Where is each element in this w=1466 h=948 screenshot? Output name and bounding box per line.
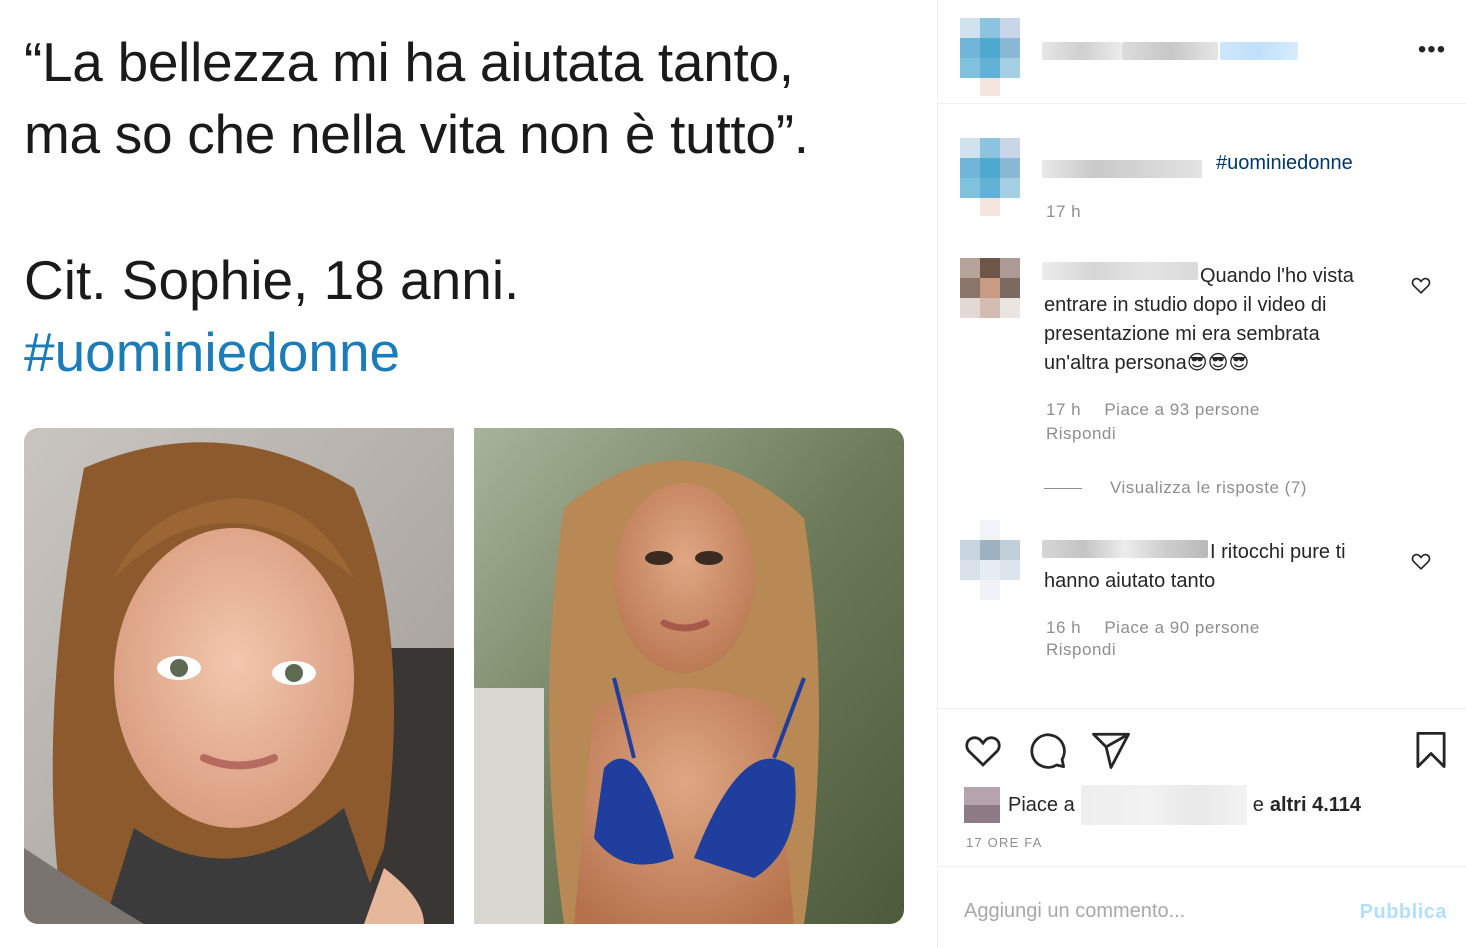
comment-1-text: Quando l'ho vista entrare in studio dopo… xyxy=(1044,265,1354,374)
post-header: ••• xyxy=(938,0,1466,104)
bikini-photo xyxy=(474,428,904,924)
author-name-redacted xyxy=(1122,42,1218,60)
caption-username-redacted[interactable] xyxy=(1042,160,1202,178)
comment-2-timestamp[interactable]: 16 h xyxy=(1046,618,1081,637)
comment-2-meta: 16 h Piace a 90 persone xyxy=(1046,618,1278,638)
bookmark-icon[interactable] xyxy=(1410,729,1452,771)
selfie-photo xyxy=(24,428,454,924)
share-icon[interactable] xyxy=(1090,729,1132,771)
commenter-2-avatar[interactable] xyxy=(960,520,1024,600)
add-comment-bar: Pubblica xyxy=(938,866,1466,948)
commenter-1-avatar[interactable] xyxy=(960,258,1024,322)
post-hashtag: #uominiedonne xyxy=(24,321,401,383)
heart-icon[interactable] xyxy=(962,729,1004,771)
liker-username-redacted[interactable] xyxy=(1080,785,1247,825)
follow-button-redacted[interactable] xyxy=(1220,42,1298,60)
caption-timestamp[interactable]: 17 h xyxy=(1046,202,1081,222)
likes-suffix-pre: e xyxy=(1252,793,1264,816)
post-date[interactable]: 17 ORE FA xyxy=(966,835,1043,850)
comment-icon[interactable] xyxy=(1026,729,1068,771)
comment-input[interactable] xyxy=(964,897,1324,925)
comment-1-timestamp[interactable]: 17 h xyxy=(1046,400,1081,419)
liker-avatar[interactable] xyxy=(964,787,1000,823)
comment-1-like-icon[interactable] xyxy=(1410,274,1432,296)
citation-text: Cit. Sophie, 18 anni. xyxy=(24,249,520,311)
quote-line-1: “La bellezza mi ha aiutata tanto, xyxy=(24,31,794,93)
comment-2-text: I ritocchi pure ti hanno aiutato tanto xyxy=(1044,541,1346,592)
publish-button[interactable]: Pubblica xyxy=(1360,901,1447,924)
quote-text: “La bellezza mi ha aiutata tanto, ma so … xyxy=(24,26,809,170)
view-replies-button[interactable]: Visualizza le risposte (7) xyxy=(1110,478,1307,498)
comment-1-likes[interactable]: Piace a 93 persone xyxy=(1104,400,1260,419)
author-username-redacted[interactable] xyxy=(1042,42,1122,60)
post-actions: Piace a e altri 4.114 17 ORE FA xyxy=(938,708,1466,868)
post-image[interactable]: “La bellezza mi ha aiutata tanto, ma so … xyxy=(0,0,936,948)
more-options-icon[interactable]: ••• xyxy=(1417,38,1447,68)
post-sidebar: ••• #uominiedonne 17 h Quando l'ho vista… xyxy=(937,0,1466,948)
likes-summary: Piace a e altri 4.114 xyxy=(964,785,1361,825)
comment-1-reply-button[interactable]: Rispondi xyxy=(1046,424,1116,444)
likes-count-link[interactable]: altri 4.114 xyxy=(1270,794,1361,817)
view-replies-divider xyxy=(1044,488,1082,489)
quote-line-2: ma so che nella vita non è tutto”. xyxy=(24,103,809,165)
caption-avatar[interactable] xyxy=(960,138,1024,220)
author-avatar[interactable] xyxy=(960,18,1024,100)
likes-prefix: Piace a xyxy=(1008,793,1075,816)
comment-2-like-icon[interactable] xyxy=(1410,550,1432,572)
comment-1-meta: 17 h Piace a 93 persone xyxy=(1046,400,1278,420)
comment-2-reply-button[interactable]: Rispondi xyxy=(1046,640,1116,660)
caption-hashtag[interactable]: #uominiedonne xyxy=(1216,152,1353,175)
comment-2-likes[interactable]: Piace a 90 persone xyxy=(1104,618,1260,637)
